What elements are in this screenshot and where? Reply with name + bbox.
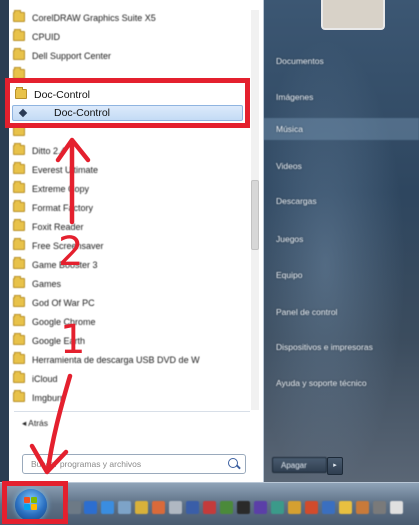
step-number-1: 1	[60, 317, 86, 363]
arrow-2	[55, 137, 91, 225]
arrow-1	[29, 373, 73, 475]
step-number-2: 2	[58, 229, 84, 275]
